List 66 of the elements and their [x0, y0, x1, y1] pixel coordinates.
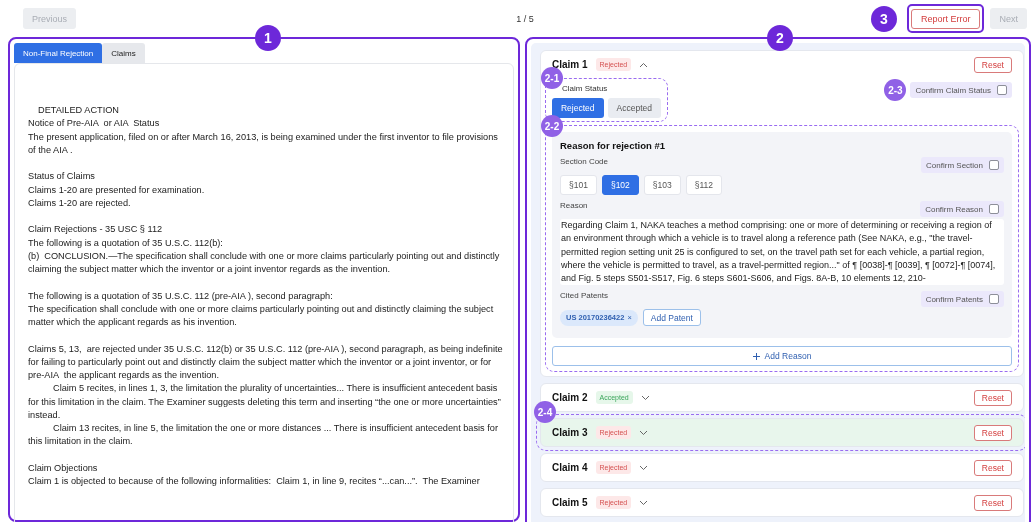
- tab[interactable]: Claims: [102, 43, 145, 63]
- annotation-marker: 3: [870, 5, 897, 32]
- reset-button[interactable]: Reset: [973, 390, 1012, 406]
- status-option[interactable]: Accepted: [607, 98, 661, 118]
- claim-title: Claim 5: [552, 497, 588, 509]
- confirm-toggle[interactable]: Confirm Claim Status: [910, 82, 1012, 98]
- document-paragraph: The specification shall conclude with one or more claims particularly pointing out and distinctly claiming the subject matter which the applicant regards as his invention.: [28, 302, 495, 329]
- document-paragraph: Claims 5, 13, are rejected under 35 U.S.C. 112(b) or 35 U.S.C. 112 (pre-AIA ), second paragraph, as being indefinite for failing to particularly point out and distinctly claim the subject matter which the inventor or a joint inventor, or for pre-AIA the applicant regards as the invention.: [28, 342, 503, 382]
- annotation-marker: 2-3: [884, 79, 907, 101]
- annotation-marker: 2-2: [541, 115, 563, 137]
- document-paragraph: Claims 1-20 are presented for examination.: [28, 183, 206, 197]
- checkbox[interactable]: [989, 160, 999, 170]
- add-patent-button[interactable]: Add Patent: [642, 309, 701, 327]
- reason-field[interactable]: Regarding Claim 1, NAKA teaches a method comprising: one or more of determining or receiving a region of an environment through which a vehicle is to travel along a reference path (See NAKA, e.g., "the travel-permitted region setting unit 25 is configured to set, on the travel path set for each vehicle, a partial region, where the vehicle is permitted to travel, as a travel-permitted region..." of ¶ [0038]-¶ [0039], ¶ [0072]-¶ [0074], and Fig. 5 steps S501-S517, Fig. 6 steps S601-S606, and Figs. 8A-B, 10 elements 12, 210-: [560, 219, 1004, 286]
- chevron-down-icon[interactable]: [639, 500, 649, 506]
- annotation-marker: 1: [255, 25, 281, 51]
- annotation-marker: 2-1: [541, 67, 563, 89]
- annotation-marker: 2: [767, 25, 793, 51]
- section-button[interactable]: §102: [601, 175, 639, 195]
- chevron-down-icon[interactable]: [640, 395, 650, 401]
- section-button[interactable]: §103: [643, 175, 681, 195]
- section-button[interactable]: §101: [560, 175, 597, 195]
- document-paragraph: Claims 1-20 are rejected.: [28, 196, 132, 210]
- reset-button[interactable]: Reset: [973, 460, 1012, 476]
- confirm-toggle[interactable]: Confirm Patents: [920, 291, 1004, 308]
- page-indicator: 1 / 5: [516, 13, 534, 24]
- annotation-marker: 2-4: [534, 401, 556, 424]
- reset-button[interactable]: Reset: [973, 495, 1012, 511]
- claim-title: Claim 4: [552, 462, 588, 474]
- document-paragraph: Status of Claims: [28, 170, 96, 184]
- chevron-down-icon[interactable]: [639, 465, 649, 471]
- reset-button[interactable]: Reset: [973, 56, 1012, 73]
- confirm-toggle[interactable]: Confirm Reason: [920, 201, 1004, 217]
- document-paragraph: Notice of Pre-AIA or AIA Status: [28, 117, 161, 131]
- document-paragraph: Claim Rejections - 35 USC § 112: [28, 223, 164, 237]
- field-label: Reason: [560, 201, 588, 210]
- document-paragraph: (b) CONCLUSION.—The specification shall conclude with one or more claims particularly pointing out and distinctly claiming the subject matter which the inventor or a joint inventor regards as the invention.: [28, 249, 501, 276]
- document-paragraph: The present application, filed on or after March 16, 2013, is being examined under the first inventor to file provisions of the AIA .: [28, 130, 499, 157]
- field-label: Claim Status: [561, 84, 609, 93]
- checkbox[interactable]: [989, 204, 999, 214]
- document-paragraph: Claim 13 recites, in line 5, the limitation the one or more distances ... There is insufficient antecedent basis for this limitation in the claim.: [28, 422, 499, 449]
- add-reason-button[interactable]: Add Reason: [552, 346, 1012, 367]
- document-paragraph: The following is a quotation of 35 U.S.C. 112 (pre-AIA ), second paragraph:: [28, 289, 334, 303]
- claim-title: Claim 1: [552, 59, 588, 70]
- field-label: Cited Patents: [560, 291, 608, 301]
- claim-card[interactable]: [540, 50, 1024, 378]
- report-error-button[interactable]: Report Error: [910, 9, 981, 29]
- plus-icon: [752, 353, 760, 360]
- section-button[interactable]: §112: [685, 175, 723, 195]
- document-paragraph: The following is a quotation of 35 U.S.C. 112(b):: [28, 236, 224, 250]
- claim-title: Claim 2: [552, 392, 588, 404]
- chevron-up-icon[interactable]: [639, 61, 649, 68]
- confirm-toggle[interactable]: Confirm Section: [921, 157, 1004, 173]
- checkbox[interactable]: [989, 294, 999, 305]
- claim-title: Claim 3: [552, 427, 588, 439]
- reason-title: Reason for rejection #1: [560, 140, 667, 151]
- reset-button[interactable]: Reset: [973, 425, 1012, 441]
- document-paragraph: DETAILED ACTION: [37, 104, 120, 117]
- chevron-down-icon[interactable]: [639, 430, 649, 436]
- document-paragraph: Claim 1 is objected to because of the following informalities: Claim 1, in line 9, recites “...can...”. The Examiner: [28, 475, 481, 488]
- tab[interactable]: Non-Final Rejection: [14, 43, 103, 63]
- document-paragraph: Claim Objections: [28, 461, 99, 475]
- checkbox[interactable]: [997, 85, 1007, 95]
- status-option[interactable]: Rejected: [552, 98, 604, 118]
- document-paragraph: Claim 5 recites, in lines 1, 3, the limitation the plurality of uncertainties... There is insufficient antecedent basis for this limitation in the claim. The Examiner suggests deleting this term and inserting “the one or more uncertainties” instead.: [28, 382, 502, 422]
- field-label: Section Code: [560, 157, 608, 166]
